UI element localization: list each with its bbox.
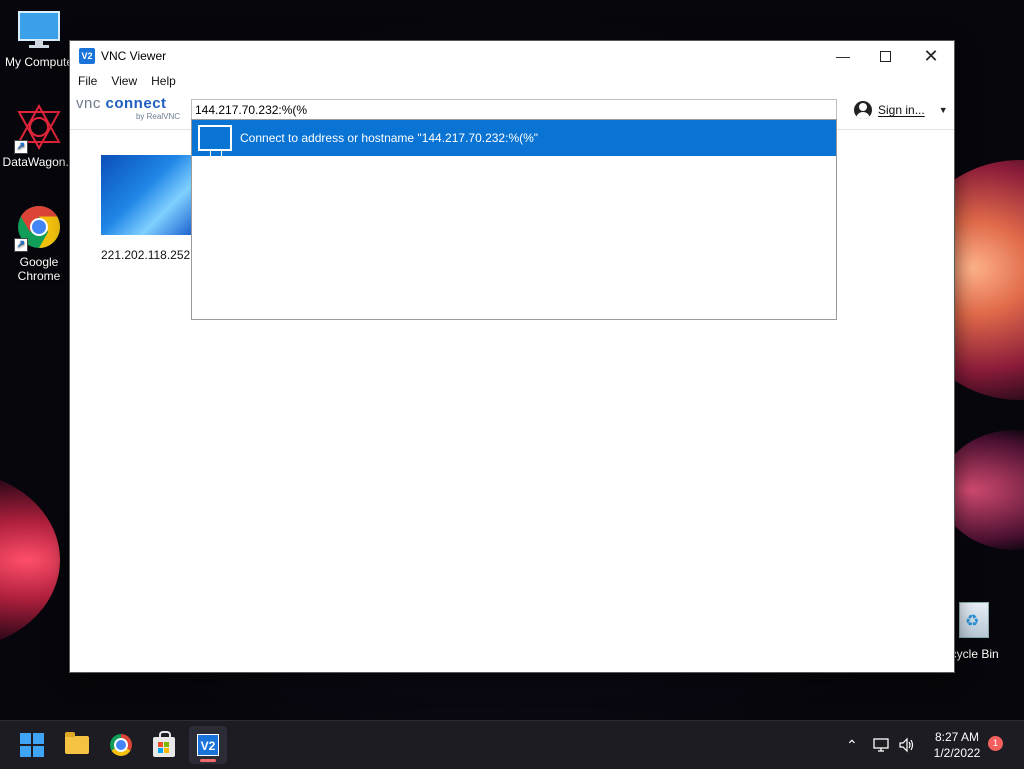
taskbar-vnc-viewer[interactable]: V2	[189, 726, 227, 764]
active-indicator	[200, 759, 216, 762]
window-title: VNC Viewer	[101, 49, 167, 63]
close-button[interactable]: ✕	[908, 41, 954, 71]
desktop-icon-label: DataWagon...	[2, 155, 76, 169]
chevron-up-icon: ⌃	[846, 736, 858, 753]
taskbar-store[interactable]	[148, 729, 180, 761]
start-button[interactable]	[16, 729, 48, 761]
monitor-icon	[18, 11, 60, 48]
chevron-down-icon: ▼	[938, 105, 948, 115]
network-icon	[873, 738, 889, 752]
address-input[interactable]	[191, 99, 837, 119]
user-avatar-icon	[854, 101, 872, 119]
vnc-connect-logo: vnc connect by RealVNC	[76, 95, 180, 122]
address-suggestions-dropdown: Connect to address or hostname "144.217.…	[191, 119, 837, 320]
notification-badge[interactable]: 1	[988, 736, 1003, 751]
minimize-button[interactable]: —	[820, 41, 866, 71]
computer-thumbnail[interactable]	[101, 155, 193, 235]
folder-icon	[65, 732, 89, 754]
wallpaper-swirl	[0, 470, 60, 650]
taskbar-file-explorer[interactable]	[61, 729, 93, 761]
sign-in-button[interactable]: Sign in... ▼	[854, 99, 948, 121]
minimize-icon: —	[836, 48, 850, 64]
clock[interactable]: 8:27 AM 1/2/2022	[922, 729, 992, 761]
computer-label[interactable]: 221.202.118.252:5	[101, 248, 191, 262]
store-icon	[153, 731, 175, 757]
maximize-icon	[879, 50, 891, 62]
menu-bar: File View Help	[70, 71, 954, 91]
taskbar-chrome[interactable]	[105, 729, 137, 761]
show-hidden-icons-button[interactable]: ⌃	[846, 721, 858, 769]
close-icon: ✕	[923, 45, 939, 66]
vnc-viewer-icon: V2	[197, 734, 219, 756]
clock-time: 8:27 AM	[934, 730, 980, 744]
vnc-viewer-window: V2 VNC Viewer — ✕ File View Help vnc con…	[70, 41, 954, 672]
desktop-icon-label: My Compute	[4, 55, 74, 69]
desktop-icon-label: Google Chrome	[17, 255, 61, 283]
recycle-bin-icon: ♻	[957, 598, 991, 638]
title-bar[interactable]: V2 VNC Viewer — ✕	[70, 41, 954, 71]
network-button[interactable]	[873, 721, 891, 769]
menu-help[interactable]: Help	[151, 74, 176, 88]
suggestion-connect-item[interactable]: Connect to address or hostname "144.217.…	[192, 120, 836, 157]
desktop-icon-label: ecycle Bin	[944, 647, 999, 661]
desktop-icon-datawagon[interactable]: ↗ DataWagon...	[0, 103, 78, 169]
chrome-icon	[110, 734, 132, 756]
menu-file[interactable]: File	[78, 74, 97, 88]
windows-logo-icon	[20, 733, 44, 757]
vnc-app-icon: V2	[79, 48, 95, 64]
suggestion-text: Connect to address or hostname "144.217.…	[240, 131, 539, 145]
maximize-button[interactable]	[862, 41, 908, 71]
shortcut-arrow-icon: ↗	[14, 140, 28, 154]
desktop-icon-google-chrome[interactable]: ↗ Google Chrome	[0, 204, 78, 283]
monitor-icon	[198, 125, 232, 157]
menu-view[interactable]: View	[111, 74, 137, 88]
shortcut-arrow-icon: ↗	[14, 238, 28, 252]
volume-button[interactable]	[898, 721, 916, 769]
speaker-icon	[899, 737, 914, 753]
sign-in-label: Sign in...	[878, 103, 925, 117]
desktop-icon-my-computer[interactable]: My Compute	[0, 10, 78, 69]
clock-date: 1/2/2022	[933, 746, 981, 760]
taskbar: V2 ⌃ 8:27 AM 1/2/2022	[0, 720, 1024, 769]
